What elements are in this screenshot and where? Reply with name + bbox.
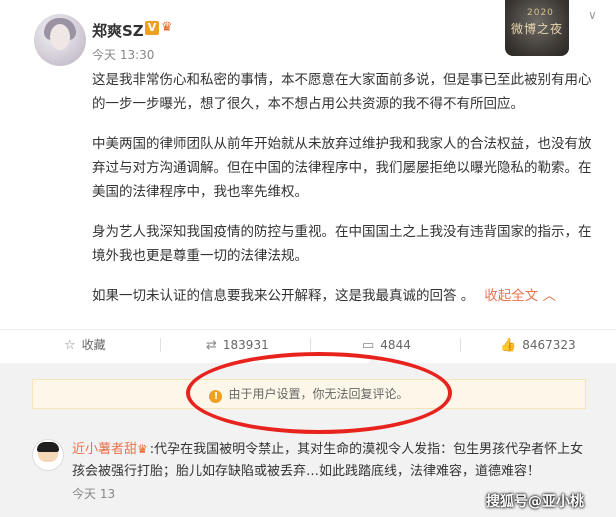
like-button[interactable]: 👍 8467323 [500, 336, 576, 354]
commenter-avatar[interactable] [32, 439, 64, 471]
post-paragraph-last: 如果一切未认证的信息要我来公开解释，这是我最真诚的回答 。收起全文 ︿ [92, 284, 592, 308]
comment-text: :代孕在我国被明令禁止，其对生命的漠视令人发指：包生男孩代孕者怀上女孩会被强行打… [72, 442, 584, 479]
avatar-face [50, 24, 70, 50]
avatar-hair [37, 442, 59, 452]
watermark: 搜狐号@亚小桃 [486, 494, 584, 510]
comment-body: 近小薯者甜♛:代孕在我国被明令禁止，其对生命的漠视令人发指：包生男孩代孕者怀上女… [72, 438, 592, 483]
event-badge-year: 2020 [527, 8, 554, 18]
crown-icon: ♛ [161, 20, 173, 35]
commenter-name[interactable]: 近小薯者甜 [72, 442, 137, 457]
comment-icon: ▭ [362, 338, 375, 353]
action-divider [160, 338, 161, 352]
favorite-label: 收藏 [81, 338, 106, 352]
post-content: 这是我非常伤心和私密的事情，本不愿意在大家面前多说，但是事已至此被别有用心的一步… [92, 68, 592, 308]
post-paragraph: 这是我非常伤心和私密的事情，本不愿意在大家面前多说，但是事已至此被别有用心的一步… [92, 72, 592, 112]
notice-text: 由于用户设置，你无法回复评论。 [228, 387, 409, 401]
comment-restriction-notice: ! 由于用户设置，你无法回复评论。 [32, 379, 586, 409]
repost-icon: ⇄ [206, 338, 217, 353]
post-username[interactable]: 郑爽SZ [92, 20, 144, 41]
thumbs-up-icon: 👍 [500, 338, 517, 353]
like-count: 8467323 [522, 338, 576, 352]
event-badge[interactable]: 2020 微博之夜 [505, 0, 569, 56]
repost-button[interactable]: ⇄ 183931 [206, 336, 269, 354]
comment-button[interactable]: ▭ 4844 [362, 336, 411, 354]
collapse-link[interactable]: 收起全文 ︿ [484, 288, 556, 304]
user-avatar[interactable] [34, 14, 86, 66]
post-time[interactable]: 今天 13:30 [92, 46, 154, 63]
action-divider [310, 338, 311, 352]
verified-icon: V [145, 21, 159, 35]
star-icon: ☆ [64, 338, 76, 353]
comment-count: 4844 [380, 338, 411, 352]
favorite-button[interactable]: ☆ 收藏 [64, 336, 106, 354]
post-action-bar: ☆ 收藏 ⇄ 183931 ▭ 4844 👍 8467323 [0, 329, 616, 360]
event-badge-label: 微博之夜 [510, 22, 563, 36]
warning-icon: ! [209, 390, 223, 403]
post-paragraph-text: 如果一切未认证的信息要我来公开解释，这是我最真诚的回答 。 [92, 288, 475, 304]
more-menu-icon[interactable]: ∨ [588, 8, 597, 22]
member-badge-icon: ♛ [137, 442, 148, 456]
repost-count: 183931 [222, 338, 269, 352]
post-paragraph: 身为艺人我深知我国疫情的防控与重视。在中国国土之上我没有违背国家的指示，在境外我… [92, 224, 592, 264]
post-paragraph: 中美两国的律师团队从前年开始就从未放弃过维护我和我家人的合法权益，也没有放弃过与… [92, 136, 592, 200]
action-divider [460, 338, 461, 352]
comment-time: 今天 13 [72, 487, 116, 501]
weibo-post: 郑爽SZ V ♛ 今天 13:30 2020 微博之夜 ∨ 这是我非常伤心和私密… [0, 0, 616, 330]
